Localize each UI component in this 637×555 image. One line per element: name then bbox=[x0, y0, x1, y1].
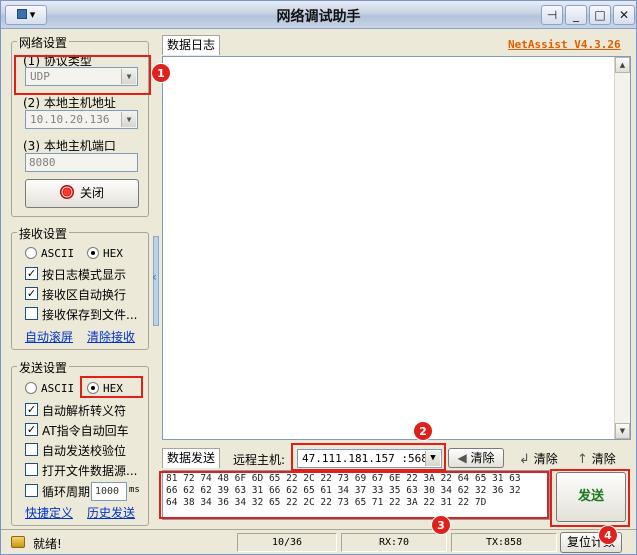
log-mode-label: 按日志模式显示 bbox=[42, 268, 127, 282]
host-select[interactable]: 10.10.20.136 ▼ bbox=[25, 110, 138, 129]
clear-receive-link[interactable]: 清除接收 bbox=[87, 328, 135, 345]
parse-escape-checkbox[interactable]: ✓ bbox=[25, 403, 38, 416]
clear-remote-button[interactable]: ◀ 清除 bbox=[448, 448, 504, 468]
receive-settings-title: 接收设置 bbox=[17, 225, 70, 242]
minimize-icon: _ bbox=[573, 8, 579, 22]
arrow-up-icon: ↑ bbox=[577, 452, 588, 467]
clear-receive-label: 清除 bbox=[533, 452, 558, 466]
port-input[interactable]: 8080 bbox=[25, 153, 138, 172]
close-connection-button[interactable]: 关闭 bbox=[25, 179, 139, 208]
send-ascii-radio[interactable] bbox=[25, 382, 37, 394]
close-window-button[interactable]: ✕ bbox=[613, 5, 635, 25]
pin-icon: ⊣ bbox=[546, 8, 558, 22]
save-file-label: 接收保存到文件... bbox=[42, 308, 138, 322]
auto-scroll-link[interactable]: 自动滚屏 bbox=[25, 328, 73, 345]
annotation-badge: 2 bbox=[413, 421, 433, 441]
chevron-down-icon[interactable]: ▼ bbox=[121, 112, 136, 127]
cycle-label: 循环周期 bbox=[42, 485, 91, 499]
cycle-checkbox[interactable] bbox=[25, 484, 38, 497]
close-icon: ✕ bbox=[618, 8, 630, 22]
cycle-unit: ms bbox=[129, 485, 140, 495]
history-link[interactable]: 历史发送 bbox=[87, 504, 135, 521]
shortcut-link[interactable]: 快捷定义 bbox=[25, 504, 73, 521]
send-settings-title: 发送设置 bbox=[17, 359, 70, 376]
record-icon bbox=[59, 185, 74, 199]
status-icon bbox=[11, 536, 25, 548]
host-value: 10.10.20.136 bbox=[30, 113, 110, 126]
receive-ascii-radio[interactable] bbox=[25, 247, 37, 259]
minimize-button[interactable]: _ bbox=[565, 5, 587, 25]
open-file-label: 打开文件数据源... bbox=[42, 464, 138, 478]
network-settings-title: 网络设置 bbox=[17, 34, 70, 51]
close-connection-label: 关闭 bbox=[79, 186, 104, 200]
status-rx: RX:70 bbox=[341, 533, 447, 552]
pin-button[interactable]: ⊣ bbox=[541, 5, 563, 25]
checksum-label: 自动发送校验位 bbox=[42, 444, 127, 458]
clear-send-button[interactable]: ↑ 清除 bbox=[577, 450, 616, 467]
title-bar[interactable]: ▾ 网络调试助手 ⊣ _ □ ✕ bbox=[1, 1, 636, 29]
annotation-badge: 1 bbox=[151, 63, 171, 83]
log-scrollbar[interactable]: ▲ ▼ bbox=[614, 57, 630, 439]
port-label: (3) 本地主机端口 bbox=[23, 139, 116, 153]
auto-wrap-label: 接收区自动换行 bbox=[42, 288, 127, 302]
save-file-checkbox[interactable] bbox=[25, 307, 38, 320]
tab-data-log[interactable]: 数据日志 bbox=[162, 35, 221, 55]
arrow-left-icon: ◀ bbox=[457, 451, 467, 465]
app-window: ▾ 网络调试助手 ⊣ _ □ ✕ 网络设置 (1) 协议类型 UDP ▼ (2)… bbox=[0, 0, 637, 555]
send-ascii-label: ASCII bbox=[41, 382, 75, 395]
parse-escape-label: 自动解析转义符 bbox=[42, 404, 127, 418]
maximize-icon: □ bbox=[594, 8, 606, 22]
receive-log-area[interactable]: ▲ ▼ bbox=[162, 56, 631, 440]
receive-hex-label: HEX bbox=[103, 247, 123, 260]
highlight-box bbox=[291, 443, 446, 471]
status-ready: 就绪! bbox=[33, 537, 62, 551]
clear-send-label: 清除 bbox=[591, 452, 616, 466]
brand-version: NetAssist V4.3.26 bbox=[508, 38, 621, 51]
annotation-badge: 4 bbox=[598, 525, 618, 545]
cycle-input[interactable]: 1000 bbox=[91, 482, 127, 501]
highlight-box bbox=[14, 55, 151, 95]
at-newline-label: AT指令自动回车 bbox=[42, 424, 129, 438]
clear-receive-button[interactable]: ↲ 清除 bbox=[519, 450, 558, 467]
annotation-badge: 3 bbox=[431, 515, 451, 535]
clear-remote-label: 清除 bbox=[470, 451, 495, 465]
open-file-checkbox[interactable] bbox=[25, 463, 38, 476]
auto-wrap-checkbox[interactable]: ✓ bbox=[25, 287, 38, 300]
remote-host-label: 远程主机: bbox=[233, 453, 286, 467]
scroll-up-icon[interactable]: ▲ bbox=[615, 57, 630, 73]
highlight-box bbox=[550, 469, 630, 527]
tab-data-send[interactable]: 数据发送 bbox=[162, 448, 221, 468]
checksum-checkbox[interactable] bbox=[25, 443, 38, 456]
at-newline-checkbox[interactable]: ✓ bbox=[25, 423, 38, 436]
status-counter: 10/36 bbox=[237, 533, 337, 552]
scroll-down-icon[interactable]: ▼ bbox=[615, 423, 630, 439]
status-tx: TX:858 bbox=[451, 533, 557, 552]
receive-ascii-label: ASCII bbox=[41, 247, 75, 260]
chevron-left-icon[interactable]: ‹ bbox=[152, 270, 157, 284]
highlight-box bbox=[80, 376, 143, 398]
log-mode-checkbox[interactable]: ✓ bbox=[25, 267, 38, 280]
host-label: (2) 本地主机地址 bbox=[23, 96, 116, 110]
receive-hex-radio[interactable] bbox=[87, 247, 99, 259]
corner-up-icon: ↲ bbox=[519, 452, 530, 467]
status-bar: 就绪! 10/36 RX:70 TX:858 复位计数 bbox=[1, 529, 636, 554]
highlight-box bbox=[159, 471, 549, 519]
maximize-button[interactable]: □ bbox=[589, 5, 611, 25]
